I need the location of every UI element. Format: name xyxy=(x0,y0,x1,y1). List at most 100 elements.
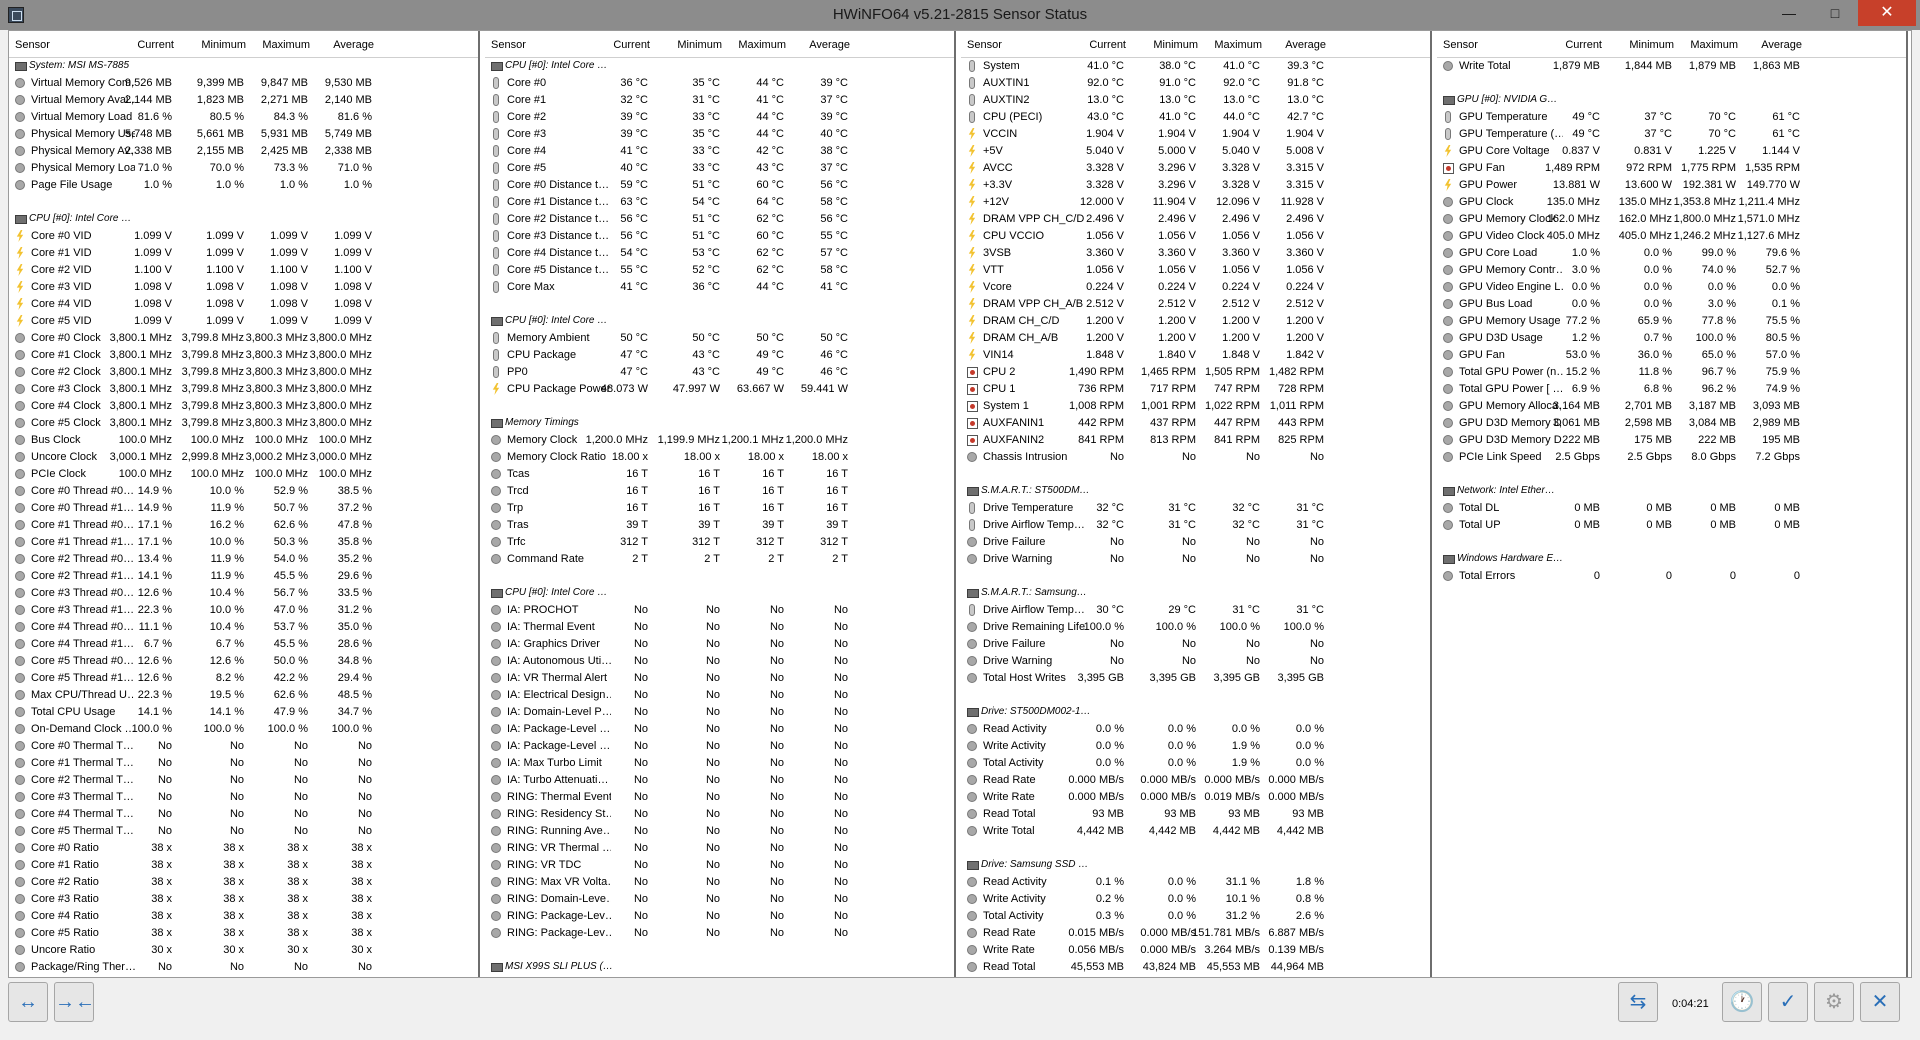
sensor-row[interactable]: Virtual Memory Avai… 2,144 MB 1,823 MB 2,27… xyxy=(9,92,478,109)
sensor-row[interactable]: DRAM VPP CH_A/B 2.512 V 2.512 V 2.512 V 2.51… xyxy=(961,296,1430,313)
sensor-row[interactable]: Core #0 Distance t… 59 °C 51 °C 60 °C 56 °C xyxy=(485,177,954,194)
sensor-panel-2[interactable]: Sensor Current Minimum Maximum Average CPU [#… xyxy=(485,31,956,977)
sensor-row[interactable]: Core #5 Thermal T… No No No No xyxy=(9,823,478,840)
sensor-row[interactable]: Read Rate 0.000 MB/s 0.000 MB/s 0.000 MB/s 0… xyxy=(961,772,1430,789)
sensor-row[interactable]: AUXFANIN1 442 RPM 437 RPM 447 RPM 443 RPM xyxy=(961,415,1430,432)
sensor-row[interactable]: CPU Package Power 48.073 W 47.997 W 63.667 … xyxy=(485,381,954,398)
sensor-row[interactable]: DRAM CH_A/B 1.200 V 1.200 V 1.200 V 1.200 V xyxy=(961,330,1430,347)
sensor-row[interactable]: Write Total 4,442 MB 4,442 MB 4,442 MB 4,442… xyxy=(961,823,1430,840)
sensor-row[interactable]: RING: Thermal Event No No No No xyxy=(485,789,954,806)
sensor-row[interactable]: Core #4 Ratio 38 x 38 x 38 x 38 x xyxy=(9,908,478,925)
sensor-row[interactable]: +12V 12.000 V 11.904 V 12.096 V 11.928 V xyxy=(961,194,1430,211)
sensor-row[interactable]: Command Rate 2 T 2 T 2 T 2 T xyxy=(485,551,954,568)
sensor-row[interactable]: GPU Core Voltage 0.837 V 0.831 V 1.225 V 1.1… xyxy=(1437,143,1906,160)
sensor-row[interactable]: GPU Memory Alloca… 3,164 MB 2,701 MB 3,187 … xyxy=(1437,398,1906,415)
sensor-row[interactable]: Core #1 32 °C 31 °C 41 °C 37 °C xyxy=(485,92,954,109)
sensor-row[interactable]: GPU Core Load 1.0 % 0.0 % 99.0 % 79.6 % xyxy=(1437,245,1906,262)
sensor-row[interactable]: Core #4 Thread #0… 11.1 % 10.4 % 53.7 % 35.0… xyxy=(9,619,478,636)
sensor-row[interactable]: Core #0 Clock 3,800.1 MHz 3,799.8 MHz 3,800… xyxy=(9,330,478,347)
sensor-row[interactable]: Core #4 41 °C 33 °C 42 °C 38 °C xyxy=(485,143,954,160)
sensor-row[interactable]: AUXFANIN2 841 RPM 813 RPM 841 RPM 825 RPM xyxy=(961,432,1430,449)
clock-button[interactable]: 🕐 xyxy=(1722,982,1762,1022)
sensor-row[interactable]: Core #1 Distance t… 63 °C 54 °C 64 °C 58 °C xyxy=(485,194,954,211)
sensor-row[interactable]: Write Activity 0.0 % 0.0 % 1.9 % 0.0 % xyxy=(961,738,1430,755)
sensor-row[interactable]: PP0 47 °C 43 °C 49 °C 46 °C xyxy=(485,364,954,381)
sensor-row[interactable]: Max CPU/Thread U… 22.3 % 19.5 % 62.6 % 48.5 … xyxy=(9,687,478,704)
sensor-group-row[interactable]: MSI X99S SLI PLUS (… xyxy=(485,959,954,976)
sensor-row[interactable]: Read Activity 0.0 % 0.0 % 0.0 % 0.0 % xyxy=(961,721,1430,738)
sensor-row[interactable]: Total UP 0 MB 0 MB 0 MB 0 MB xyxy=(1437,517,1906,534)
sensor-row[interactable]: Core #1 Clock 3,800.1 MHz 3,799.8 MHz 3,800… xyxy=(9,347,478,364)
sensor-row[interactable]: Write Rate 0.056 MB/s 0.000 MB/s 3.264 MB/s… xyxy=(961,942,1430,959)
sensor-row[interactable]: Core #2 Ratio 38 x 38 x 38 x 38 x xyxy=(9,874,478,891)
sensor-row[interactable]: 3VSB 3.360 V 3.360 V 3.360 V 3.360 V xyxy=(961,245,1430,262)
sensor-row[interactable]: Trfc 312 T 312 T 312 T 312 T xyxy=(485,534,954,551)
sensor-row[interactable]: VCCIN 1.904 V 1.904 V 1.904 V 1.904 V xyxy=(961,126,1430,143)
sensor-row[interactable]: Core #2 VID 1.100 V 1.100 V 1.100 V 1.100 V xyxy=(9,262,478,279)
sensor-row[interactable]: GPU Clock 135.0 MHz 135.0 MHz 1,353.8 MHz 1,… xyxy=(1437,194,1906,211)
sensor-row[interactable]: Core #0 Thermal T… No No No No xyxy=(9,738,478,755)
sensor-row[interactable]: PCIe Clock 100.0 MHz 100.0 MHz 100.0 MHz 100… xyxy=(9,466,478,483)
sensor-row[interactable]: Core #1 Thermal T… No No No No xyxy=(9,755,478,772)
sensor-row[interactable]: Core #5 Thread #1… 12.6 % 8.2 % 42.2 % 29.4 … xyxy=(9,670,478,687)
sensor-row[interactable]: Core #2 Thread #1… 14.1 % 11.9 % 45.5 % 29.6… xyxy=(9,568,478,585)
sensor-row[interactable]: Core #1 VID 1.099 V 1.099 V 1.099 V 1.099 V xyxy=(9,245,478,262)
sensor-row[interactable]: On-Demand Clock … 100.0 % 100.0 % 100.0 % 10… xyxy=(9,721,478,738)
sensor-row[interactable]: RING: Package-Lev… No No No No xyxy=(485,908,954,925)
column-header-average[interactable]: Average xyxy=(1256,39,1326,51)
sensor-row[interactable]: Total GPU Power (n… 15.2 % 11.8 % 96.7 % 75.… xyxy=(1437,364,1906,381)
sensor-row[interactable]: VIN14 1.848 V 1.840 V 1.848 V 1.842 V xyxy=(961,347,1430,364)
sensor-row[interactable]: Core Max 41 °C 36 °C 44 °C 41 °C xyxy=(485,279,954,296)
sensor-group-row[interactable]: Drive: ST500DM002-1… xyxy=(961,704,1430,721)
sensor-group-row[interactable]: S.M.A.R.T.: ST500DM… xyxy=(961,483,1430,500)
sensor-row[interactable]: CPU VCCIO 1.056 V 1.056 V 1.056 V 1.056 V xyxy=(961,228,1430,245)
column-header-sensor[interactable]: Sensor xyxy=(491,39,526,51)
sensor-row[interactable]: Core #5 Clock 3,800.1 MHz 3,799.8 MHz 3,800… xyxy=(9,415,478,432)
sensor-row[interactable]: GPU Power 13.881 W 13.600 W 192.381 W 149.77… xyxy=(1437,177,1906,194)
sensor-row[interactable]: Drive Warning No No No No xyxy=(961,551,1430,568)
settings-button[interactable]: ⚙ xyxy=(1814,982,1854,1022)
sensor-row[interactable]: Total Host Writes 3,395 GB 3,395 GB 3,395 G… xyxy=(961,670,1430,687)
sensor-row[interactable]: Virtual Memory Com… 9,526 MB 9,399 MB 9,847… xyxy=(9,75,478,92)
sensor-row[interactable]: Core #4 Thread #1… 6.7 % 6.7 % 45.5 % 28.6 % xyxy=(9,636,478,653)
sensor-group-row[interactable]: S.M.A.R.T.: Samsung… xyxy=(961,585,1430,602)
sensor-row[interactable]: Drive Airflow Temp… 30 °C 29 °C 31 °C 31 °C xyxy=(961,602,1430,619)
sensor-row[interactable]: Tras 39 T 39 T 39 T 39 T xyxy=(485,517,954,534)
sensor-row[interactable]: Core #3 Thread #1… 22.3 % 10.0 % 47.0 % 31.2… xyxy=(9,602,478,619)
column-header-average[interactable]: Average xyxy=(1732,39,1802,51)
sensor-row[interactable]: Write Activity 0.2 % 0.0 % 10.1 % 0.8 % xyxy=(961,891,1430,908)
sensor-row[interactable]: Trp 16 T 16 T 16 T 16 T xyxy=(485,500,954,517)
sensor-row[interactable]: Read Total 93 MB 93 MB 93 MB 93 MB xyxy=(961,806,1430,823)
sensor-row[interactable]: GPU Video Clock 405.0 MHz 405.0 MHz 1,246.2… xyxy=(1437,228,1906,245)
sensor-row[interactable]: Drive Failure No No No No xyxy=(961,636,1430,653)
sensor-row[interactable]: GPU Memory Usage 77.2 % 65.9 % 77.8 % 75.5 % xyxy=(1437,313,1906,330)
sensor-row[interactable]: GPU Temperature (… 49 °C 37 °C 70 °C 61 °C xyxy=(1437,126,1906,143)
sensor-row[interactable]: Uncore Clock 3,000.1 MHz 2,999.8 MHz 3,000.… xyxy=(9,449,478,466)
maximize-button[interactable]: □ xyxy=(1812,0,1858,26)
sensor-row[interactable]: Memory Clock Ratio 18.00 x 18.00 x 18.00 x 1… xyxy=(485,449,954,466)
sensor-row[interactable]: GPU D3D Memory D… 222 MB 175 MB 222 MB 195 M… xyxy=(1437,432,1906,449)
sensor-row[interactable]: AUXTIN2 13.0 °C 13.0 °C 13.0 °C 13.0 °C xyxy=(961,92,1430,109)
sensor-row[interactable]: +3.3V 3.328 V 3.296 V 3.328 V 3.315 V xyxy=(961,177,1430,194)
sensor-row[interactable]: Core #4 VID 1.098 V 1.098 V 1.098 V 1.098 V xyxy=(9,296,478,313)
sensor-row[interactable]: Core #3 Distance t… 56 °C 51 °C 60 °C 55 °C xyxy=(485,228,954,245)
sensor-row[interactable]: AUXTIN1 92.0 °C 91.0 °C 92.0 °C 91.8 °C xyxy=(961,75,1430,92)
sensor-row[interactable]: IA: Domain-Level P… No No No No xyxy=(485,704,954,721)
sensor-row[interactable]: Core #5 Ratio 38 x 38 x 38 x 38 x xyxy=(9,925,478,942)
sensor-row[interactable]: IA: Package-Level … No No No No xyxy=(485,738,954,755)
sensor-row[interactable]: Write Rate 0.000 MB/s 0.000 MB/s 0.019 MB/s… xyxy=(961,789,1430,806)
sensor-row[interactable]: Read Total 45,553 MB 43,824 MB 45,553 MB 44,… xyxy=(961,959,1430,976)
column-header-average[interactable]: Average xyxy=(780,39,850,51)
sensor-row[interactable]: Core #5 40 °C 33 °C 43 °C 37 °C xyxy=(485,160,954,177)
sensor-row[interactable]: Core #0 Thread #1… 14.9 % 11.9 % 50.7 % 37.2… xyxy=(9,500,478,517)
sensor-row[interactable]: GPU Fan 1,489 RPM 972 RPM 1,775 RPM 1,535 RP… xyxy=(1437,160,1906,177)
sensor-panel-1[interactable]: Sensor Current Minimum Maximum Average System… xyxy=(9,31,480,977)
sensor-row[interactable]: Drive Warning No No No No xyxy=(961,653,1430,670)
column-header-minimum[interactable]: Minimum xyxy=(176,39,246,51)
sensor-row[interactable]: GPU Fan 53.0 % 36.0 % 65.0 % 57.0 % xyxy=(1437,347,1906,364)
sensor-row[interactable]: Vcore 0.224 V 0.224 V 0.224 V 0.224 V xyxy=(961,279,1430,296)
sensor-row[interactable]: Core #0 VID 1.099 V 1.099 V 1.099 V 1.099 V xyxy=(9,228,478,245)
sensor-row[interactable]: GPU Bus Load 0.0 % 0.0 % 3.0 % 0.1 % xyxy=(1437,296,1906,313)
expand-columns-button[interactable]: ↔ xyxy=(8,982,48,1022)
sensor-row[interactable]: Core #2 Thread #0… 13.4 % 11.9 % 54.0 % 35.2… xyxy=(9,551,478,568)
